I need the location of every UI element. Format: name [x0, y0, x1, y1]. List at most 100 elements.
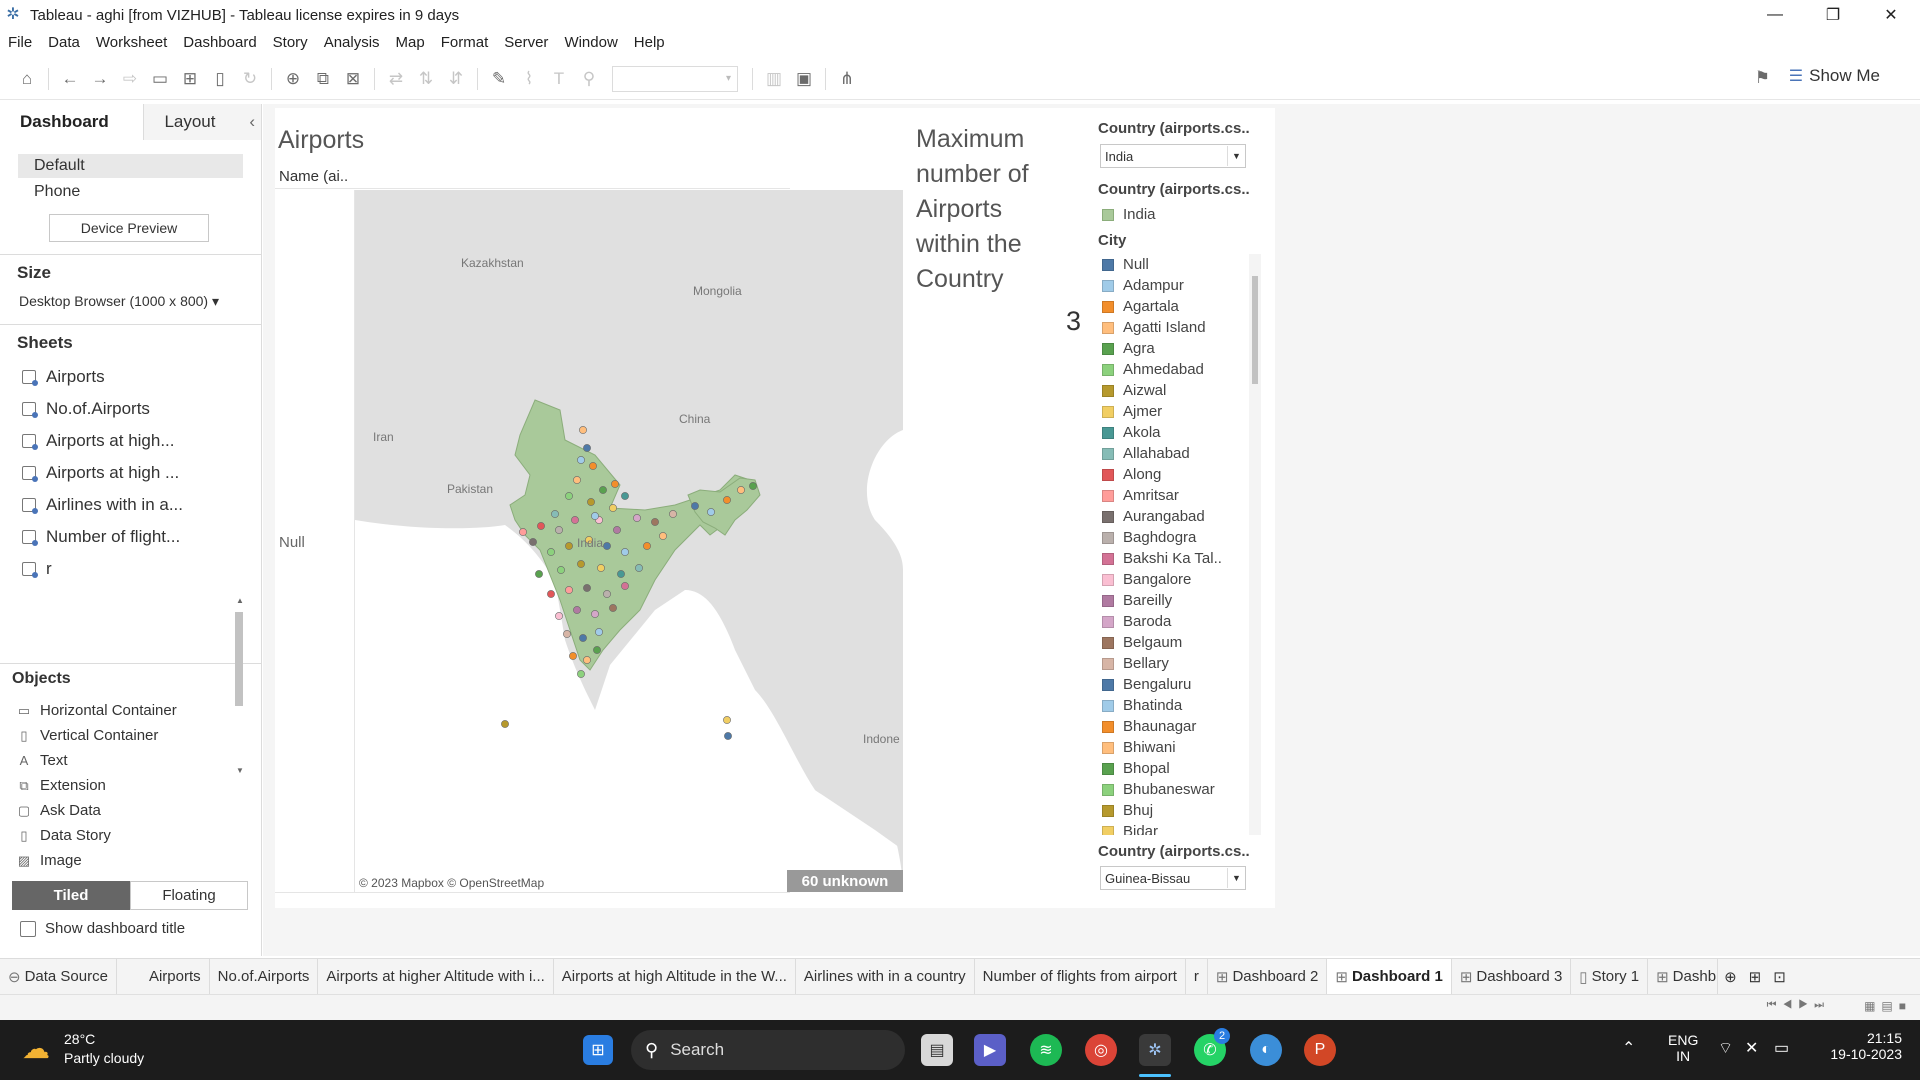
airport-dot[interactable] [535, 570, 543, 578]
device-preview-button[interactable]: Device Preview [49, 214, 209, 242]
airport-dot[interactable] [617, 570, 625, 578]
airport-dot[interactable] [633, 514, 641, 522]
city-legend-item[interactable]: Allahabad [1098, 443, 1246, 464]
scroll-down-icon[interactable]: ▼ [236, 766, 244, 775]
airport-dot[interactable] [573, 606, 581, 614]
fit-dropdown[interactable]: ▾ [612, 65, 738, 92]
weather-icon[interactable]: ☁ [22, 1032, 50, 1065]
menu-server[interactable]: Server [504, 34, 548, 51]
airport-dot[interactable] [591, 512, 599, 520]
scroll-up-icon[interactable]: ▲ [236, 596, 244, 605]
airport-dot[interactable] [651, 518, 659, 526]
airport-dot[interactable] [723, 496, 731, 504]
tab-flights[interactable]: Number of flights from airport [975, 958, 1186, 995]
airport-dot[interactable] [621, 492, 629, 500]
city-legend-item[interactable]: Bakshi Ka Tal.. [1098, 548, 1246, 569]
airport-dot[interactable] [557, 566, 565, 574]
airport-dot[interactable] [591, 610, 599, 618]
airport-dot[interactable] [669, 510, 677, 518]
duplicate-sheet-icon[interactable]: ⧉ [308, 64, 338, 94]
menu-window[interactable]: Window [564, 34, 617, 51]
airport-dot[interactable] [577, 560, 585, 568]
city-legend-item[interactable]: Bengaluru [1098, 674, 1246, 695]
airport-dot[interactable] [547, 548, 555, 556]
airport-dot[interactable] [621, 548, 629, 556]
pin-icon[interactable]: ⚑ [1755, 68, 1770, 88]
weather-app-icon[interactable]: ◐ [1250, 1034, 1282, 1066]
airport-dot[interactable] [577, 456, 585, 464]
city-legend-item[interactable]: Adampur [1098, 275, 1246, 296]
city-legend-item[interactable]: Bhubaneswar [1098, 779, 1246, 800]
airport-dot[interactable] [613, 526, 621, 534]
city-legend-item[interactable]: Bareilly [1098, 590, 1246, 611]
windows-start-icon[interactable]: ⊞ [583, 1035, 613, 1065]
object-extension[interactable]: ⧉ Extension [0, 773, 261, 798]
tab-dashboard-more[interactable]: ⊞ Dashb [1648, 958, 1719, 995]
menu-data[interactable]: Data [48, 34, 80, 51]
object-data-story[interactable]: ▯ Data Story [0, 823, 261, 848]
airport-dot[interactable] [501, 720, 509, 728]
country-filter-dropdown[interactable]: India ▼ [1100, 144, 1246, 168]
device-phone[interactable]: Phone [0, 180, 261, 204]
menu-file[interactable]: File [8, 34, 32, 51]
city-legend-item[interactable]: Aizwal [1098, 380, 1246, 401]
volume-muted-icon[interactable]: ✕ [1745, 1038, 1758, 1058]
scroll-thumb[interactable] [1252, 276, 1258, 384]
object-horizontal-container[interactable]: ▭ Horizontal Container [0, 698, 261, 723]
menu-map[interactable]: Map [396, 34, 425, 51]
spotify-icon[interactable]: ≋ [1030, 1034, 1062, 1066]
tab-dashboard-3[interactable]: ⊞ Dashboard 3 [1452, 958, 1572, 995]
airport-dot[interactable] [583, 584, 591, 592]
group-icon[interactable]: ⌇ [514, 64, 544, 94]
airport-dot[interactable] [589, 462, 597, 470]
city-legend-item[interactable]: Bellary [1098, 653, 1246, 674]
tiled-button[interactable]: Tiled [12, 881, 130, 910]
sheet-item[interactable]: r [0, 553, 261, 585]
collapse-icon[interactable]: ‹ [249, 112, 255, 132]
swap-axes-icon[interactable]: ⇄ [381, 64, 411, 94]
airport-dot[interactable] [529, 538, 537, 546]
sheet-item[interactable]: Airports at high ... [0, 457, 261, 489]
fix-axes-icon[interactable]: ⚲ [574, 64, 604, 94]
city-legend-item[interactable]: Null [1098, 254, 1246, 275]
tab-r[interactable]: r [1186, 958, 1208, 995]
airport-dot[interactable] [635, 564, 643, 572]
airport-dot[interactable] [555, 612, 563, 620]
teams-icon[interactable]: ▶ [974, 1034, 1006, 1066]
save-icon[interactable]: ▭ [145, 64, 175, 94]
highlight-icon[interactable]: ✎ [484, 64, 514, 94]
undo-icon[interactable]: ← [55, 64, 85, 94]
object-image[interactable]: ▨ Image [0, 848, 261, 873]
close-button[interactable]: ✕ [1862, 0, 1920, 30]
airport-dot[interactable] [579, 426, 587, 434]
clock[interactable]: 21:15 19-10-2023 [1818, 1030, 1902, 1062]
city-legend-item[interactable]: Akola [1098, 422, 1246, 443]
new-worksheet-tab-icon[interactable]: ⊕ [1718, 959, 1743, 995]
chrome-icon[interactable]: ◎ [1085, 1034, 1117, 1066]
city-legend-item[interactable]: Bhaunagar [1098, 716, 1246, 737]
tab-story-1[interactable]: ▯ Story 1 [1571, 958, 1649, 995]
airport-dot[interactable] [583, 656, 591, 664]
labels-icon[interactable]: T [544, 64, 574, 94]
view-switcher[interactable]: ▦▤■ [1864, 999, 1912, 1013]
city-legend-scrollbar[interactable] [1249, 254, 1261, 835]
sort-ascending-icon[interactable]: ⇅ [411, 64, 441, 94]
city-legend-item[interactable]: Bhiwani [1098, 737, 1246, 758]
airport-dot[interactable] [583, 444, 591, 452]
battery-icon[interactable]: ▭ [1774, 1038, 1789, 1058]
tableau-taskbar-icon[interactable]: ✲ [1139, 1034, 1171, 1066]
clear-sheet-icon[interactable]: ⊠ [338, 64, 368, 94]
device-default[interactable]: Default [18, 154, 243, 178]
city-legend-item[interactable]: Belgaum [1098, 632, 1246, 653]
city-legend-item[interactable]: Agartala [1098, 296, 1246, 317]
country-filter-2-dropdown[interactable]: Guinea-Bissau ▼ [1100, 866, 1246, 890]
pause-updates-icon[interactable]: ▯ [205, 64, 235, 94]
airport-dot[interactable] [565, 492, 573, 500]
city-legend-item[interactable]: Ajmer [1098, 401, 1246, 422]
object-text[interactable]: A Text [0, 748, 261, 773]
sheet-item[interactable]: Airports [0, 361, 261, 393]
wifi-icon[interactable]: ⌔ [1718, 1038, 1733, 1058]
airport-dot[interactable] [577, 670, 585, 678]
size-dropdown[interactable]: Desktop Browser (1000 x 800) ▾ [0, 293, 261, 310]
city-legend-item[interactable]: Aurangabad [1098, 506, 1246, 527]
